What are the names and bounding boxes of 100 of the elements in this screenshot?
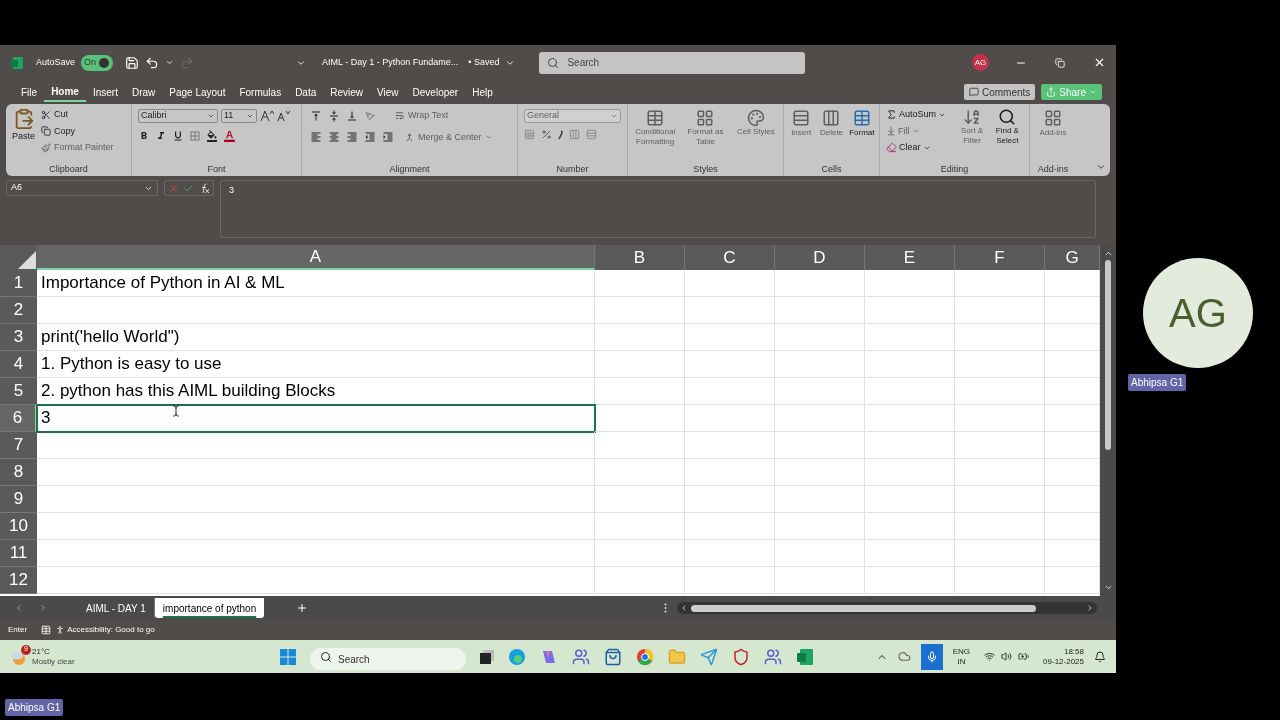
next-sheet-icon[interactable] [38, 603, 48, 613]
redo-icon[interactable] [180, 55, 195, 70]
people-alert-icon[interactable] [764, 647, 782, 666]
grid-cell[interactable] [865, 324, 955, 351]
grid-cell[interactable] [865, 297, 955, 324]
grid-cell[interactable] [955, 297, 1045, 324]
grid-cell[interactable] [865, 351, 955, 378]
volume-icon[interactable] [1001, 651, 1013, 662]
align-center-icon[interactable] [328, 131, 340, 144]
row-header[interactable]: 3 [0, 324, 37, 351]
grid-cell[interactable] [865, 567, 955, 594]
grid-cell[interactable] [865, 432, 955, 459]
grid-cell[interactable] [865, 513, 955, 540]
italic-icon[interactable] [155, 129, 167, 142]
grid-cell[interactable]: Importance of Python in AI & ML [37, 270, 595, 297]
column-header[interactable]: D [775, 245, 865, 270]
row-header[interactable]: 1 [0, 270, 37, 297]
grid-cell[interactable] [955, 513, 1045, 540]
grid-cell[interactable] [685, 378, 775, 405]
grid-cell[interactable] [595, 270, 685, 297]
grid-cell[interactable] [37, 297, 595, 324]
grid-cell[interactable] [955, 351, 1045, 378]
menu-tab[interactable]: View [370, 82, 406, 102]
spreadsheet-icon[interactable] [796, 647, 814, 666]
grid-cell[interactable] [37, 432, 595, 459]
grid-cell[interactable] [595, 351, 685, 378]
circle-logo-icon[interactable] [636, 647, 654, 666]
row-header[interactable]: 6 [0, 405, 37, 432]
grid-cell[interactable] [685, 405, 775, 432]
grid-cell[interactable] [595, 378, 685, 405]
grid-cell[interactable] [595, 459, 685, 486]
accessibility-status[interactable]: Accessibility: Good to go [67, 624, 155, 636]
collapse-ribbon-icon[interactable] [1096, 162, 1106, 172]
name-box[interactable]: A6 [6, 180, 158, 196]
menu-tab[interactable]: Help [465, 82, 500, 102]
font-color-icon[interactable] [223, 129, 236, 142]
comma-style-icon[interactable] [558, 129, 563, 140]
cancel-icon[interactable] [168, 182, 179, 194]
grid-cell[interactable] [865, 486, 955, 513]
align-right-icon[interactable] [346, 131, 358, 144]
font-name-field[interactable]: Calibri [138, 109, 218, 123]
column-header[interactable]: E [865, 245, 955, 270]
grid-cell[interactable] [955, 540, 1045, 567]
menu-tab[interactable]: File [14, 82, 45, 102]
battery-icon[interactable] [1018, 651, 1030, 662]
autosave-toggle[interactable]: On [81, 54, 114, 71]
column-header[interactable]: F [955, 245, 1045, 270]
store-icon[interactable] [604, 647, 622, 666]
menu-tab[interactable]: Draw [124, 82, 163, 102]
grid-cell[interactable] [595, 432, 685, 459]
paste-button[interactable]: Paste [12, 108, 35, 163]
clock-date[interactable]: 09-12-2025 [1043, 656, 1084, 667]
grid-cell[interactable] [955, 432, 1045, 459]
increase-indent-icon[interactable] [382, 131, 394, 144]
column-header[interactable]: C [685, 245, 775, 270]
grid-cell[interactable] [865, 270, 955, 297]
grid-cell[interactable] [37, 540, 595, 567]
grid-cell[interactable] [955, 270, 1045, 297]
row-header[interactable]: 12 [0, 567, 37, 594]
notification-bell-icon[interactable] [1094, 650, 1106, 663]
grid-cell[interactable] [775, 459, 865, 486]
grid-cell[interactable] [865, 540, 955, 567]
search-field[interactable]: Search [539, 51, 806, 74]
grid-cell[interactable]: 2. python has this AIML building Blocks [37, 378, 595, 405]
grid-cell[interactable] [865, 459, 955, 486]
clear-button[interactable]: Clear [886, 141, 953, 155]
windows-start-icon[interactable] [280, 648, 296, 665]
grid-cell[interactable] [955, 405, 1045, 432]
autosum-button[interactable]: AutoSum [886, 108, 953, 122]
account-avatar[interactable]: AG [972, 54, 989, 71]
tab-splitter-icon[interactable] [664, 603, 668, 613]
fill-color-icon[interactable] [206, 129, 218, 142]
row-header[interactable]: 11 [0, 540, 37, 567]
people-icon[interactable] [572, 647, 590, 666]
scroll-up-icon[interactable] [1103, 249, 1113, 258]
grid-cell[interactable] [955, 567, 1045, 594]
previous-sheet-icon[interactable] [14, 603, 24, 613]
row-header[interactable]: 9 [0, 486, 37, 513]
shield-icon[interactable] [732, 647, 750, 666]
undo-dropdown-icon[interactable] [165, 58, 175, 67]
undo-icon[interactable] [145, 55, 160, 70]
shrink-font-icon[interactable] [277, 110, 291, 122]
row-header[interactable]: 2 [0, 297, 37, 324]
grid-cell[interactable] [595, 540, 685, 567]
menu-tab[interactable]: Page Layout [162, 82, 233, 102]
menu-tab[interactable]: Insert [85, 82, 125, 102]
grid-cell[interactable] [955, 459, 1045, 486]
task-view-icon[interactable] [480, 649, 494, 664]
language[interactable]: ENG [952, 646, 971, 657]
grid-cell[interactable] [685, 513, 775, 540]
top-align-icon[interactable] [310, 109, 322, 122]
grid-cell[interactable] [37, 513, 595, 540]
grid-cell[interactable] [685, 324, 775, 351]
grid-cell[interactable] [595, 405, 685, 432]
grid-cell[interactable] [775, 567, 865, 594]
grid-cell[interactable] [37, 567, 595, 594]
grid-cell[interactable] [955, 378, 1045, 405]
grid-cell[interactable] [775, 351, 865, 378]
grid-cell[interactable]: print('hello World") [37, 324, 595, 351]
grid-cell[interactable] [685, 270, 775, 297]
